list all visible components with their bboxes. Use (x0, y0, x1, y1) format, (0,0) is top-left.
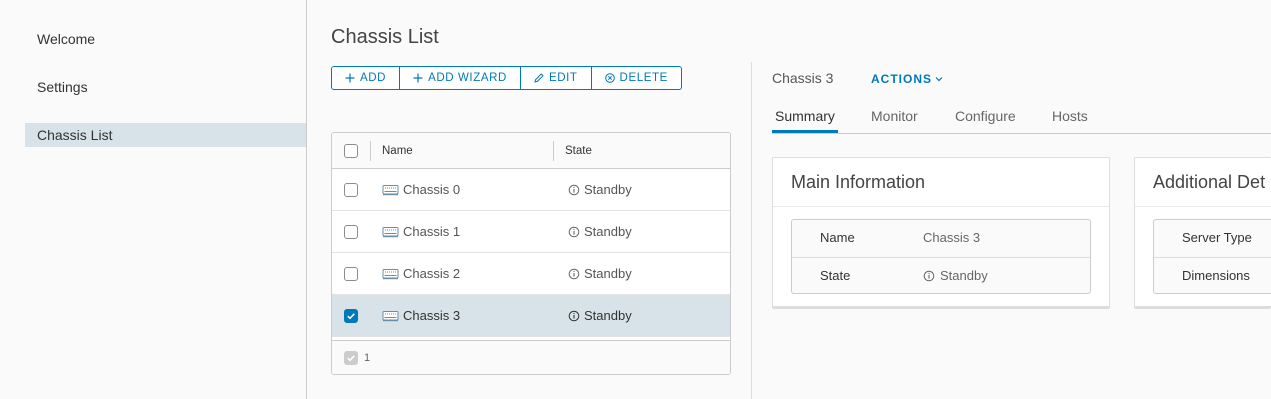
select-all-cell (332, 133, 370, 168)
chassis-name: Chassis 1 (403, 224, 461, 239)
checkmark-icon (347, 354, 355, 361)
state-cell: Standby (568, 253, 632, 294)
chassis-name: Chassis 0 (403, 182, 461, 197)
state-value: Standby (940, 268, 988, 283)
kv-row-server-type: Server Type (1154, 220, 1271, 257)
select-all-checkbox[interactable] (344, 143, 358, 158)
info-circle-icon (568, 226, 580, 237)
kv-value: Standby (923, 258, 988, 294)
state-cell: Standby (568, 295, 632, 336)
kv-key: Name (820, 230, 855, 245)
actions-label: ACTIONS (871, 72, 932, 86)
card-title: Main Information (791, 172, 926, 192)
column-separator[interactable] (370, 141, 371, 161)
datagrid-header: Name State (332, 133, 730, 169)
tab-hosts[interactable]: Hosts (1052, 103, 1088, 133)
server-chassis-icon (382, 310, 399, 321)
key-value-table: Name Chassis 3 State Standby (791, 219, 1091, 294)
toolbar: ADD ADD WIZARD EDIT DELETE (331, 66, 682, 90)
server-chassis-icon (382, 184, 399, 195)
chassis-state: Standby (584, 224, 632, 239)
card-divider (773, 206, 1109, 207)
kv-value: Chassis 3 (923, 230, 981, 245)
checkmark-icon (347, 312, 355, 319)
name-cell: Chassis 3 (382, 295, 460, 336)
add-wizard-button-label: ADD WIZARD (428, 72, 507, 84)
key-value-table: Server Type Dimensions (1153, 219, 1271, 294)
chassis-state: Standby (584, 266, 632, 281)
footer-selection-checkbox (344, 350, 358, 365)
table-row[interactable]: Chassis 0 Standby (332, 169, 730, 211)
chevron-down-icon (935, 77, 943, 82)
info-circle-icon (568, 310, 580, 321)
sidebar-item-welcome[interactable]: Welcome (25, 27, 306, 51)
table-row[interactable]: Chassis 1 Standby (332, 211, 730, 253)
tab-summary[interactable]: Summary (772, 103, 838, 133)
card-divider (1135, 206, 1271, 207)
server-chassis-icon (382, 268, 399, 279)
row-checkbox[interactable] (344, 224, 358, 239)
add-wizard-button[interactable]: ADD WIZARD (400, 67, 521, 89)
plus-icon (345, 73, 355, 83)
pencil-icon (534, 73, 544, 83)
plus-icon (413, 73, 423, 83)
server-chassis-icon (382, 226, 399, 237)
actions-dropdown[interactable]: ACTIONS (871, 72, 943, 86)
column-header-state[interactable]: State (565, 133, 592, 169)
datagrid-footer: 1 (332, 340, 730, 374)
row-select-cell (332, 169, 370, 210)
name-cell: Chassis 1 (382, 211, 460, 252)
edit-button[interactable]: EDIT (521, 67, 592, 89)
chassis-state: Standby (584, 182, 632, 197)
sidebar-item-chassis-list[interactable]: Chassis List (25, 123, 306, 147)
sidebar-item-settings[interactable]: Settings (25, 75, 306, 99)
state-cell: Standby (568, 211, 632, 252)
kv-row-dimensions: Dimensions (1154, 257, 1271, 295)
add-button[interactable]: ADD (332, 67, 401, 89)
column-header-name[interactable]: Name (382, 133, 413, 169)
info-circle-icon (568, 268, 580, 279)
kv-row-name: Name Chassis 3 (792, 220, 1090, 257)
name-cell: Chassis 2 (382, 253, 460, 294)
column-separator[interactable] (553, 141, 554, 161)
table-row[interactable]: Chassis 2 Standby (332, 253, 730, 295)
tab-configure[interactable]: Configure (955, 103, 1016, 133)
row-checkbox[interactable] (344, 266, 358, 281)
chassis-datagrid: Name State Chassis 0 Standby Chassis 1 S… (331, 132, 731, 375)
kv-key: Dimensions (1182, 268, 1250, 283)
panel-divider[interactable] (751, 62, 752, 399)
delete-button-label: DELETE (619, 72, 668, 84)
main-information-card: Main Information Name Chassis 3 State St… (772, 157, 1110, 309)
chassis-state: Standby (584, 308, 632, 323)
additional-details-card: Additional Det Server Type Dimensions (1134, 157, 1271, 309)
tab-monitor[interactable]: Monitor (871, 103, 918, 133)
info-circle-icon (568, 184, 580, 195)
chassis-name: Chassis 3 (403, 308, 461, 323)
table-row-selected[interactable]: Chassis 3 Standby (332, 295, 730, 337)
selected-count: 1 (364, 351, 371, 364)
sidebar: Welcome Settings Chassis List (0, 0, 307, 399)
row-select-cell (332, 295, 370, 336)
info-circle-icon (923, 270, 935, 282)
card-title: Additional Det (1153, 172, 1266, 192)
kv-row-state: State Standby (792, 257, 1090, 295)
add-button-label: ADD (360, 72, 387, 84)
page-title: Chassis List (331, 26, 439, 48)
kv-key: State (820, 268, 851, 283)
detail-title: Chassis 3 (772, 70, 834, 86)
row-checkbox[interactable] (344, 182, 358, 197)
detail-tabs: Summary Monitor Configure Hosts (772, 103, 1271, 134)
row-select-cell (332, 253, 370, 294)
edit-button-label: EDIT (548, 72, 578, 84)
kv-key: Server Type (1182, 230, 1252, 245)
name-cell: Chassis 0 (382, 169, 460, 210)
delete-circle-icon (604, 73, 615, 83)
chassis-name: Chassis 2 (403, 266, 461, 281)
state-cell: Standby (568, 169, 632, 210)
row-checkbox-checked[interactable] (344, 308, 358, 323)
row-select-cell (332, 211, 370, 252)
delete-button[interactable]: DELETE (592, 67, 681, 89)
